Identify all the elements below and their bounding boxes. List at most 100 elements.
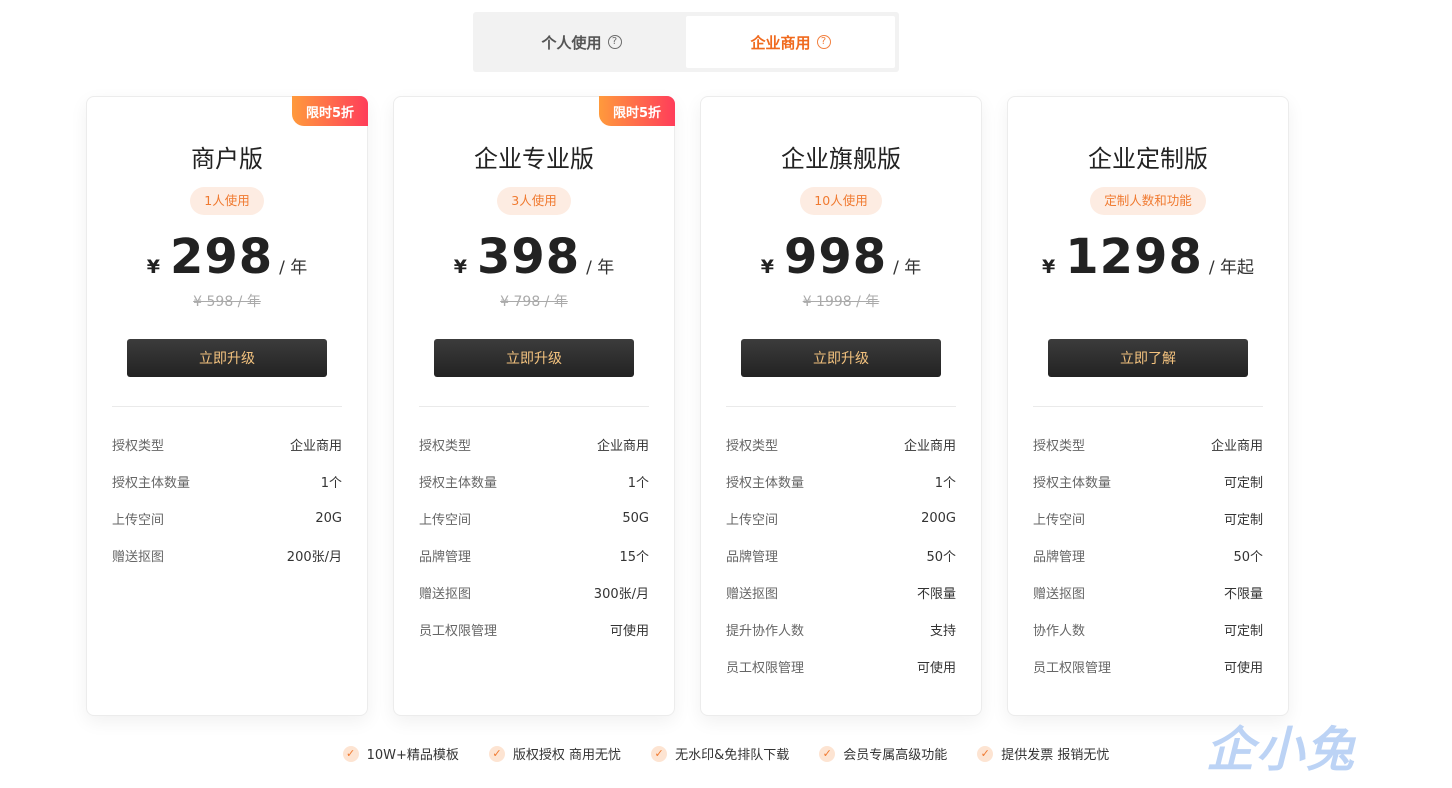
divider (112, 406, 342, 407)
feature-label: 授权类型 (1033, 439, 1086, 454)
feature-row: 上传空间 50G (419, 500, 649, 537)
feature-value: 50个 (1233, 550, 1263, 565)
feature-label: 提升协作人数 (726, 624, 805, 639)
feature-label: 授权主体数量 (1033, 476, 1112, 491)
seat-pill: 3人使用 (497, 187, 571, 215)
feature-label: 赠送抠图 (1033, 587, 1086, 602)
upgrade-button[interactable]: 立即升级 (127, 339, 327, 377)
feature-value: 不限量 (1223, 587, 1263, 602)
feature-row: 赠送抠图 不限量 (1033, 574, 1263, 611)
price-row: ¥ 1298 / 年起 (1008, 229, 1288, 285)
original-price: ¥ 798 / 年 (500, 294, 568, 310)
perk-label: 10W+精品模板 (366, 748, 459, 763)
feature-value: 1个 (320, 476, 342, 491)
plan-title: 企业专业版 (474, 145, 594, 173)
feature-label: 授权主体数量 (112, 476, 191, 491)
question-icon[interactable]: ? (816, 35, 831, 49)
perk-item: ✓ 10W+精品模板 (342, 744, 459, 763)
feature-label: 协作人数 (1033, 624, 1086, 639)
feature-row: 授权主体数量 1个 (726, 463, 956, 500)
seat-pill: 10人使用 (800, 187, 882, 215)
feature-label: 授权类型 (419, 439, 472, 454)
price-unit: / 年起 (1208, 258, 1254, 278)
feature-label: 赠送抠图 (726, 587, 779, 602)
perk-label: 会员专属高级功能 (843, 748, 948, 763)
feature-value: 可定制 (1223, 476, 1263, 491)
feature-label: 品牌管理 (726, 550, 779, 565)
feature-label: 品牌管理 (1033, 550, 1086, 565)
upgrade-button[interactable]: 立即升级 (741, 339, 941, 377)
check-icon: ✓ (342, 745, 359, 762)
feature-value: 50个 (926, 550, 956, 565)
feature-label: 上传空间 (1033, 513, 1086, 528)
price-amount: 1298 (1065, 229, 1203, 285)
plan-cards: 限时5折 商户版 1人使用 ¥ 298 / 年 ¥ 598 / 年立即升级 授权类型… (86, 96, 1289, 716)
feature-row: 上传空间 可定制 (1033, 500, 1263, 537)
feature-row: 员工权限管理 可使用 (419, 611, 649, 648)
feature-row: 协作人数 可定制 (1033, 611, 1263, 648)
feature-row: 赠送抠图 200张/月 (112, 537, 342, 574)
original-price (1008, 291, 1288, 311)
feature-value: 企业商用 (903, 439, 956, 454)
feature-value: 支持 (929, 624, 956, 639)
plan-title: 商户版 (191, 145, 263, 173)
seat-pill: 1人使用 (190, 187, 264, 215)
feature-label: 授权类型 (726, 439, 779, 454)
upgrade-button[interactable]: 立即升级 (434, 339, 634, 377)
currency-symbol: ¥ (453, 256, 467, 278)
price-unit: / 年 (893, 258, 922, 278)
tab-personal[interactable]: 个人使用 ? (477, 16, 686, 68)
check-icon: ✓ (819, 745, 836, 762)
feature-value: 不限量 (916, 587, 956, 602)
feature-label: 赠送抠图 (112, 550, 165, 565)
usage-tab-switch: 个人使用 ? 企业商用 ? (473, 12, 899, 72)
tab-enterprise[interactable]: 企业商用 ? (686, 16, 895, 68)
feature-value: 可定制 (1223, 624, 1263, 639)
feature-row: 品牌管理 15个 (419, 537, 649, 574)
feature-value: 可使用 (1223, 661, 1263, 676)
perk-item: ✓ 提供发票 报销无忧 (977, 744, 1109, 763)
check-icon: ✓ (488, 745, 505, 762)
feature-label: 赠送抠图 (419, 587, 472, 602)
upgrade-button[interactable]: 立即了解 (1048, 339, 1248, 377)
divider (726, 406, 956, 407)
feature-row: 上传空间 20G (112, 500, 342, 537)
tab-enterprise-label: 企业商用 (750, 33, 811, 52)
feature-label: 员工权限管理 (726, 661, 805, 676)
perk-item: ✓ 会员专属高级功能 (819, 744, 947, 763)
feature-label: 授权主体数量 (419, 476, 498, 491)
feature-list: 授权类型 企业商用 授权主体数量 1个 上传空间 20G 赠送抠图 200张/月 (112, 426, 342, 574)
question-icon[interactable]: ? (607, 35, 622, 49)
feature-row: 授权主体数量 可定制 (1033, 463, 1263, 500)
feature-list: 授权类型 企业商用 授权主体数量 1个 上传空间 50G 品牌管理 15个 赠送… (419, 426, 649, 648)
check-icon: ✓ (651, 745, 668, 762)
plan-card: 企业旗舰版 10人使用 ¥ 998 / 年 ¥ 1998 / 年立即升级 授权类型… (700, 96, 982, 716)
plan-title: 企业旗舰版 (781, 145, 901, 173)
feature-label: 品牌管理 (419, 550, 472, 565)
feature-value: 可使用 (609, 624, 649, 639)
price-amount: 398 (476, 229, 581, 285)
feature-row: 授权类型 企业商用 (419, 426, 649, 463)
feature-value: 可定制 (1223, 513, 1263, 528)
feature-row: 授权类型 企业商用 (726, 426, 956, 463)
discount-badge: 限时5折 (599, 96, 675, 126)
feature-row: 授权主体数量 1个 (419, 463, 649, 500)
feature-row: 授权主体数量 1个 (112, 463, 342, 500)
currency-symbol: ¥ (760, 256, 774, 278)
feature-row: 授权类型 企业商用 (112, 426, 342, 463)
feature-value: 200G (921, 511, 956, 526)
discount-badge: 限时5折 (292, 96, 368, 126)
feature-label: 上传空间 (112, 513, 165, 528)
price-amount: 998 (783, 229, 888, 285)
currency-symbol: ¥ (1042, 256, 1056, 278)
brand-watermark: 企小兔 (1206, 722, 1357, 778)
feature-row: 赠送抠图 300张/月 (419, 574, 649, 611)
feature-value: 20G (315, 511, 342, 526)
feature-row: 赠送抠图 不限量 (726, 574, 956, 611)
feature-row: 上传空间 200G (726, 500, 956, 537)
feature-label: 员工权限管理 (1033, 661, 1112, 676)
feature-label: 授权主体数量 (726, 476, 805, 491)
price-unit: / 年 (279, 258, 308, 278)
feature-value: 200张/月 (286, 550, 342, 565)
price-amount: 298 (169, 229, 274, 285)
